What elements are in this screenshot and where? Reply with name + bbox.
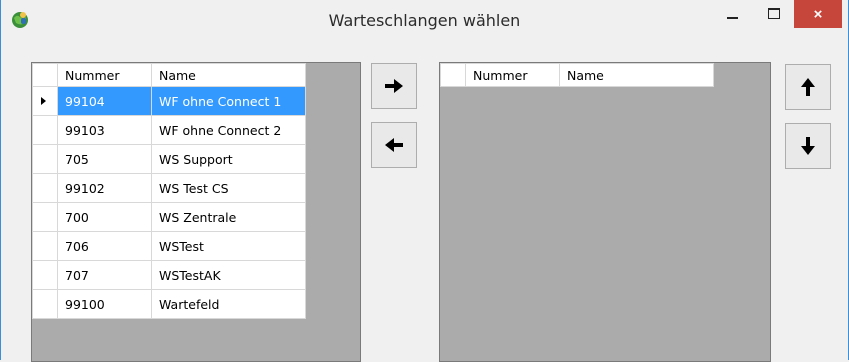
close-icon: ×	[813, 5, 823, 23]
dialog-window: Warteschlangen wählen × Nummer Name 9910…	[0, 0, 849, 362]
arrow-right-icon	[385, 79, 403, 93]
cell-name[interactable]: WS Zentrale	[151, 202, 306, 232]
current-row-pointer-icon	[41, 97, 46, 105]
header-row: Nummer Name	[32, 63, 306, 87]
move-left-button[interactable]	[371, 122, 417, 168]
available-queues-grid[interactable]: Nummer Name 99104 WF ohne Connect 1 99103 W…	[31, 62, 361, 362]
table-row[interactable]: 700 WS Zentrale	[32, 202, 306, 232]
table-row[interactable]: 99104 WF ohne Connect 1	[32, 86, 306, 116]
cell-nummer[interactable]: 700	[57, 202, 152, 232]
cell-nummer[interactable]: 99102	[57, 173, 152, 203]
cell-nummer[interactable]: 705	[57, 144, 152, 174]
table-row[interactable]: 705 WS Support	[32, 144, 306, 174]
table-row[interactable]: 99103 WF ohne Connect 2	[32, 115, 306, 145]
cell-nummer[interactable]: 99104	[57, 86, 152, 116]
row-header[interactable]	[32, 289, 58, 319]
move-right-button[interactable]	[371, 63, 417, 109]
maximize-button[interactable]	[756, 0, 792, 30]
cell-name[interactable]: Wartefeld	[151, 289, 306, 319]
available-queues-table: Nummer Name 99104 WF ohne Connect 1 99103 W…	[32, 63, 306, 319]
cell-name[interactable]: WS Support	[151, 144, 306, 174]
chosen-queues-table: Nummer Name	[440, 63, 714, 87]
column-header-name[interactable]: Name	[151, 63, 306, 87]
row-header[interactable]	[32, 144, 58, 174]
table-row[interactable]: 707 WSTestAK	[32, 260, 306, 290]
arrow-up-icon	[801, 78, 815, 96]
row-header[interactable]	[32, 231, 58, 261]
table-row[interactable]: 706 WSTest	[32, 231, 306, 261]
column-header-nummer[interactable]: Nummer	[57, 63, 152, 87]
cell-nummer[interactable]: 99100	[57, 289, 152, 319]
row-header-corner	[32, 63, 58, 87]
chosen-queues-grid[interactable]: Nummer Name	[439, 62, 771, 362]
cell-name[interactable]: WF ohne Connect 2	[151, 115, 306, 145]
arrow-down-icon	[801, 137, 815, 155]
table-row[interactable]: 99100 Wartefeld	[32, 289, 306, 319]
close-button[interactable]: ×	[794, 0, 842, 28]
maximize-icon	[768, 7, 780, 19]
title-bar[interactable]: Warteschlangen wählen ×	[1, 0, 848, 40]
column-header-name[interactable]: Name	[559, 63, 714, 87]
cell-nummer[interactable]: 707	[57, 260, 152, 290]
row-header[interactable]	[32, 173, 58, 203]
table-row[interactable]: 99102 WS Test CS	[32, 173, 306, 203]
move-up-button[interactable]	[785, 64, 831, 110]
cell-name[interactable]: WSTest	[151, 231, 306, 261]
cell-nummer[interactable]: 99103	[57, 115, 152, 145]
minimize-button[interactable]	[714, 0, 750, 30]
row-header-corner	[440, 63, 466, 87]
cell-nummer[interactable]: 706	[57, 231, 152, 261]
move-down-button[interactable]	[785, 123, 831, 169]
cell-name[interactable]: WSTestAK	[151, 260, 306, 290]
row-header[interactable]	[32, 260, 58, 290]
header-row: Nummer Name	[440, 63, 714, 87]
row-header[interactable]	[32, 202, 58, 232]
cell-name[interactable]: WF ohne Connect 1	[151, 86, 306, 116]
cell-name[interactable]: WS Test CS	[151, 173, 306, 203]
row-header[interactable]	[32, 86, 58, 116]
column-header-nummer[interactable]: Nummer	[465, 63, 560, 87]
arrow-left-icon	[385, 138, 403, 152]
minimize-icon	[726, 17, 738, 19]
row-header[interactable]	[32, 115, 58, 145]
